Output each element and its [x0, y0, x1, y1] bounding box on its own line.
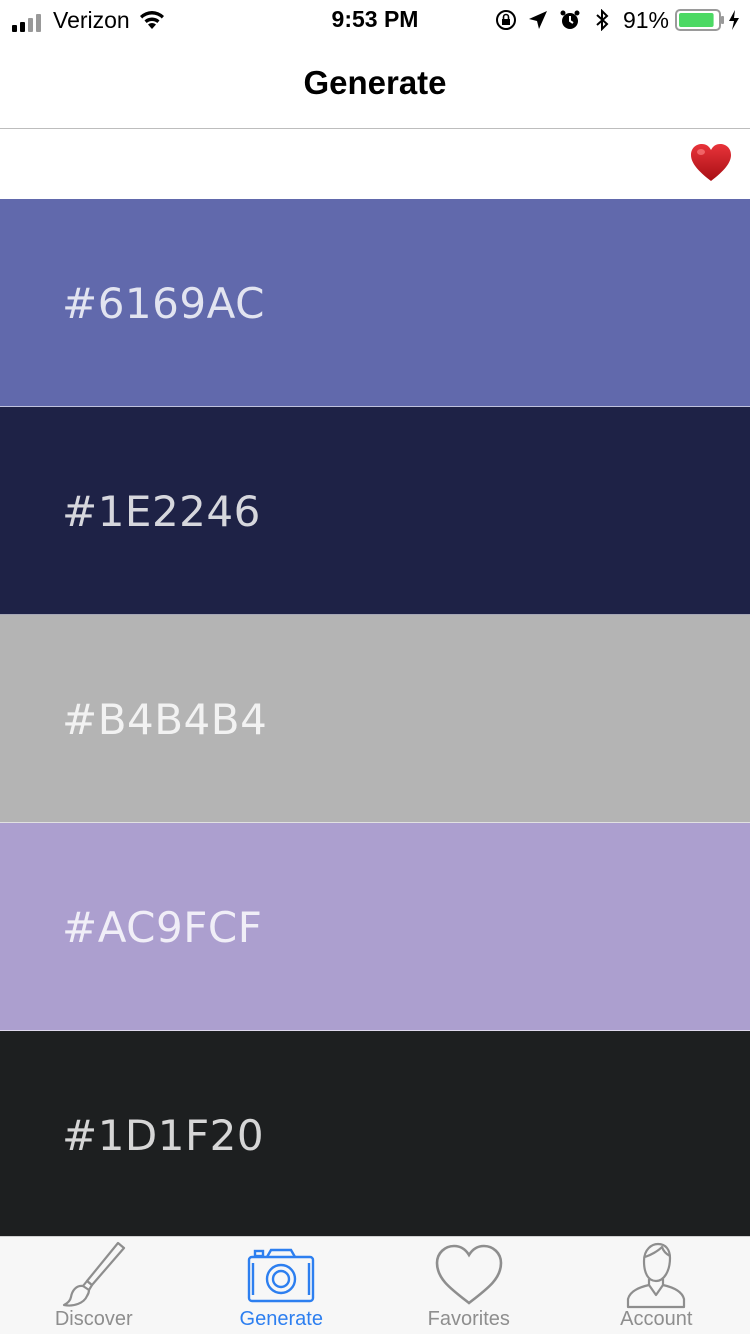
- status-bar: Verizon 9:53 PM 91%: [0, 0, 750, 40]
- swatch-hex-label: #1E2246: [62, 487, 261, 536]
- tab-favorites[interactable]: Favorites: [375, 1237, 563, 1334]
- color-swatch[interactable]: #6169AC: [0, 199, 750, 407]
- color-swatch[interactable]: #1D1F20: [0, 1031, 750, 1239]
- color-swatch[interactable]: #B4B4B4: [0, 615, 750, 823]
- favorite-heart-button[interactable]: [690, 143, 732, 183]
- user-icon: [627, 1242, 686, 1309]
- swatch-hex-label: #1D1F20: [62, 1111, 265, 1160]
- heart-icon: [691, 144, 731, 181]
- tab-account[interactable]: Account: [563, 1237, 750, 1334]
- tab-label: Generate: [239, 1308, 323, 1330]
- location-icon: [527, 9, 549, 31]
- color-swatch[interactable]: #1E2246: [0, 407, 750, 615]
- swatch-hex-label: #6169AC: [62, 279, 265, 328]
- status-right: 91%: [485, 6, 740, 34]
- color-swatch[interactable]: #AC9FCF: [0, 823, 750, 1031]
- tab-label: Discover: [54, 1308, 133, 1330]
- orientation-lock-icon: [495, 9, 517, 31]
- tab-label: Favorites: [427, 1308, 510, 1330]
- camera-icon: [248, 1248, 315, 1303]
- tab-bar: Discover Generate Favorites Account: [0, 1236, 750, 1334]
- favorite-row: [0, 129, 750, 199]
- app-screen: Verizon 9:53 PM 91% Generate #6169AC #1E…: [0, 0, 750, 1334]
- color-palette: #6169AC #1E2246 #B4B4B4 #AC9FCF #1D1F20: [0, 199, 750, 1239]
- tab-generate[interactable]: Generate: [188, 1237, 376, 1334]
- battery-percent: 91%: [622, 6, 669, 33]
- tab-discover[interactable]: Discover: [0, 1237, 188, 1334]
- navigation-bar: Generate: [0, 40, 750, 129]
- battery-icon: [675, 9, 725, 31]
- bluetooth-icon: [591, 8, 613, 32]
- page-title: Generate: [303, 64, 447, 101]
- swatch-hex-label: #B4B4B4: [62, 695, 268, 744]
- heart-outline-icon: [435, 1244, 503, 1305]
- tab-label: Account: [620, 1308, 693, 1330]
- charging-icon: [728, 9, 740, 31]
- swatch-hex-label: #AC9FCF: [62, 903, 263, 952]
- alarm-icon: [559, 9, 581, 31]
- paintbrush-icon: [62, 1241, 125, 1307]
